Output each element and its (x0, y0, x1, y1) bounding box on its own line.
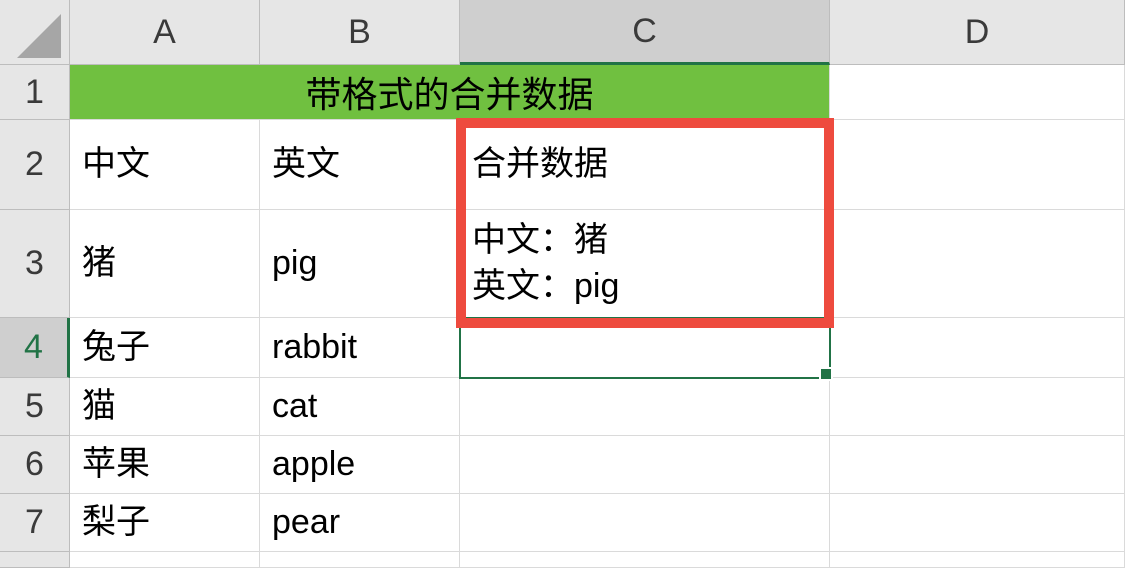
cell-C7[interactable] (460, 494, 830, 552)
cell-A4[interactable]: 兔子 (70, 318, 260, 378)
cell-B7[interactable]: pear (260, 494, 460, 552)
cell-B5[interactable]: cat (260, 378, 460, 436)
spreadsheet-grid: A B C D 1 带格式的合并数据 2 中文 英文 合并数据 3 猪 pig … (0, 0, 1128, 568)
cell-B6[interactable]: apple (260, 436, 460, 494)
cell-D1[interactable] (830, 65, 1125, 120)
row-header-5[interactable]: 5 (0, 378, 70, 436)
cell-D8[interactable] (830, 552, 1125, 568)
cell-B4[interactable]: rabbit (260, 318, 460, 378)
col-header-A[interactable]: A (70, 0, 260, 65)
cell-C2[interactable]: 合并数据 (460, 120, 830, 210)
col-header-C[interactable]: C (460, 0, 830, 65)
cell-A7[interactable]: 梨子 (70, 494, 260, 552)
merged-title-cell[interactable]: 带格式的合并数据 (70, 65, 830, 120)
col-header-B[interactable]: B (260, 0, 460, 65)
col-header-D[interactable]: D (830, 0, 1125, 65)
cell-D2[interactable] (830, 120, 1125, 210)
select-all-corner[interactable] (0, 0, 70, 65)
cell-D7[interactable] (830, 494, 1125, 552)
cell-A5[interactable]: 猫 (70, 378, 260, 436)
cell-A3[interactable]: 猪 (70, 210, 260, 318)
cell-D4[interactable] (830, 318, 1125, 378)
row-header-4[interactable]: 4 (0, 318, 70, 378)
cell-B3[interactable]: pig (260, 210, 460, 318)
cell-A2[interactable]: 中文 (70, 120, 260, 210)
row-header-8[interactable] (0, 552, 70, 568)
cell-C3[interactable]: 中文：猪 英文：pig (460, 210, 830, 318)
row-header-1[interactable]: 1 (0, 65, 70, 120)
cell-D3[interactable] (830, 210, 1125, 318)
cell-C6[interactable] (460, 436, 830, 494)
cell-B8[interactable] (260, 552, 460, 568)
cell-C4-active[interactable] (460, 318, 830, 378)
cell-B2[interactable]: 英文 (260, 120, 460, 210)
row-header-3[interactable]: 3 (0, 210, 70, 318)
row-header-7[interactable]: 7 (0, 494, 70, 552)
cell-D5[interactable] (830, 378, 1125, 436)
cell-D6[interactable] (830, 436, 1125, 494)
cell-C5[interactable] (460, 378, 830, 436)
cell-A6[interactable]: 苹果 (70, 436, 260, 494)
row-header-6[interactable]: 6 (0, 436, 70, 494)
cell-A8[interactable] (70, 552, 260, 568)
row-header-2[interactable]: 2 (0, 120, 70, 210)
cell-C8[interactable] (460, 552, 830, 568)
